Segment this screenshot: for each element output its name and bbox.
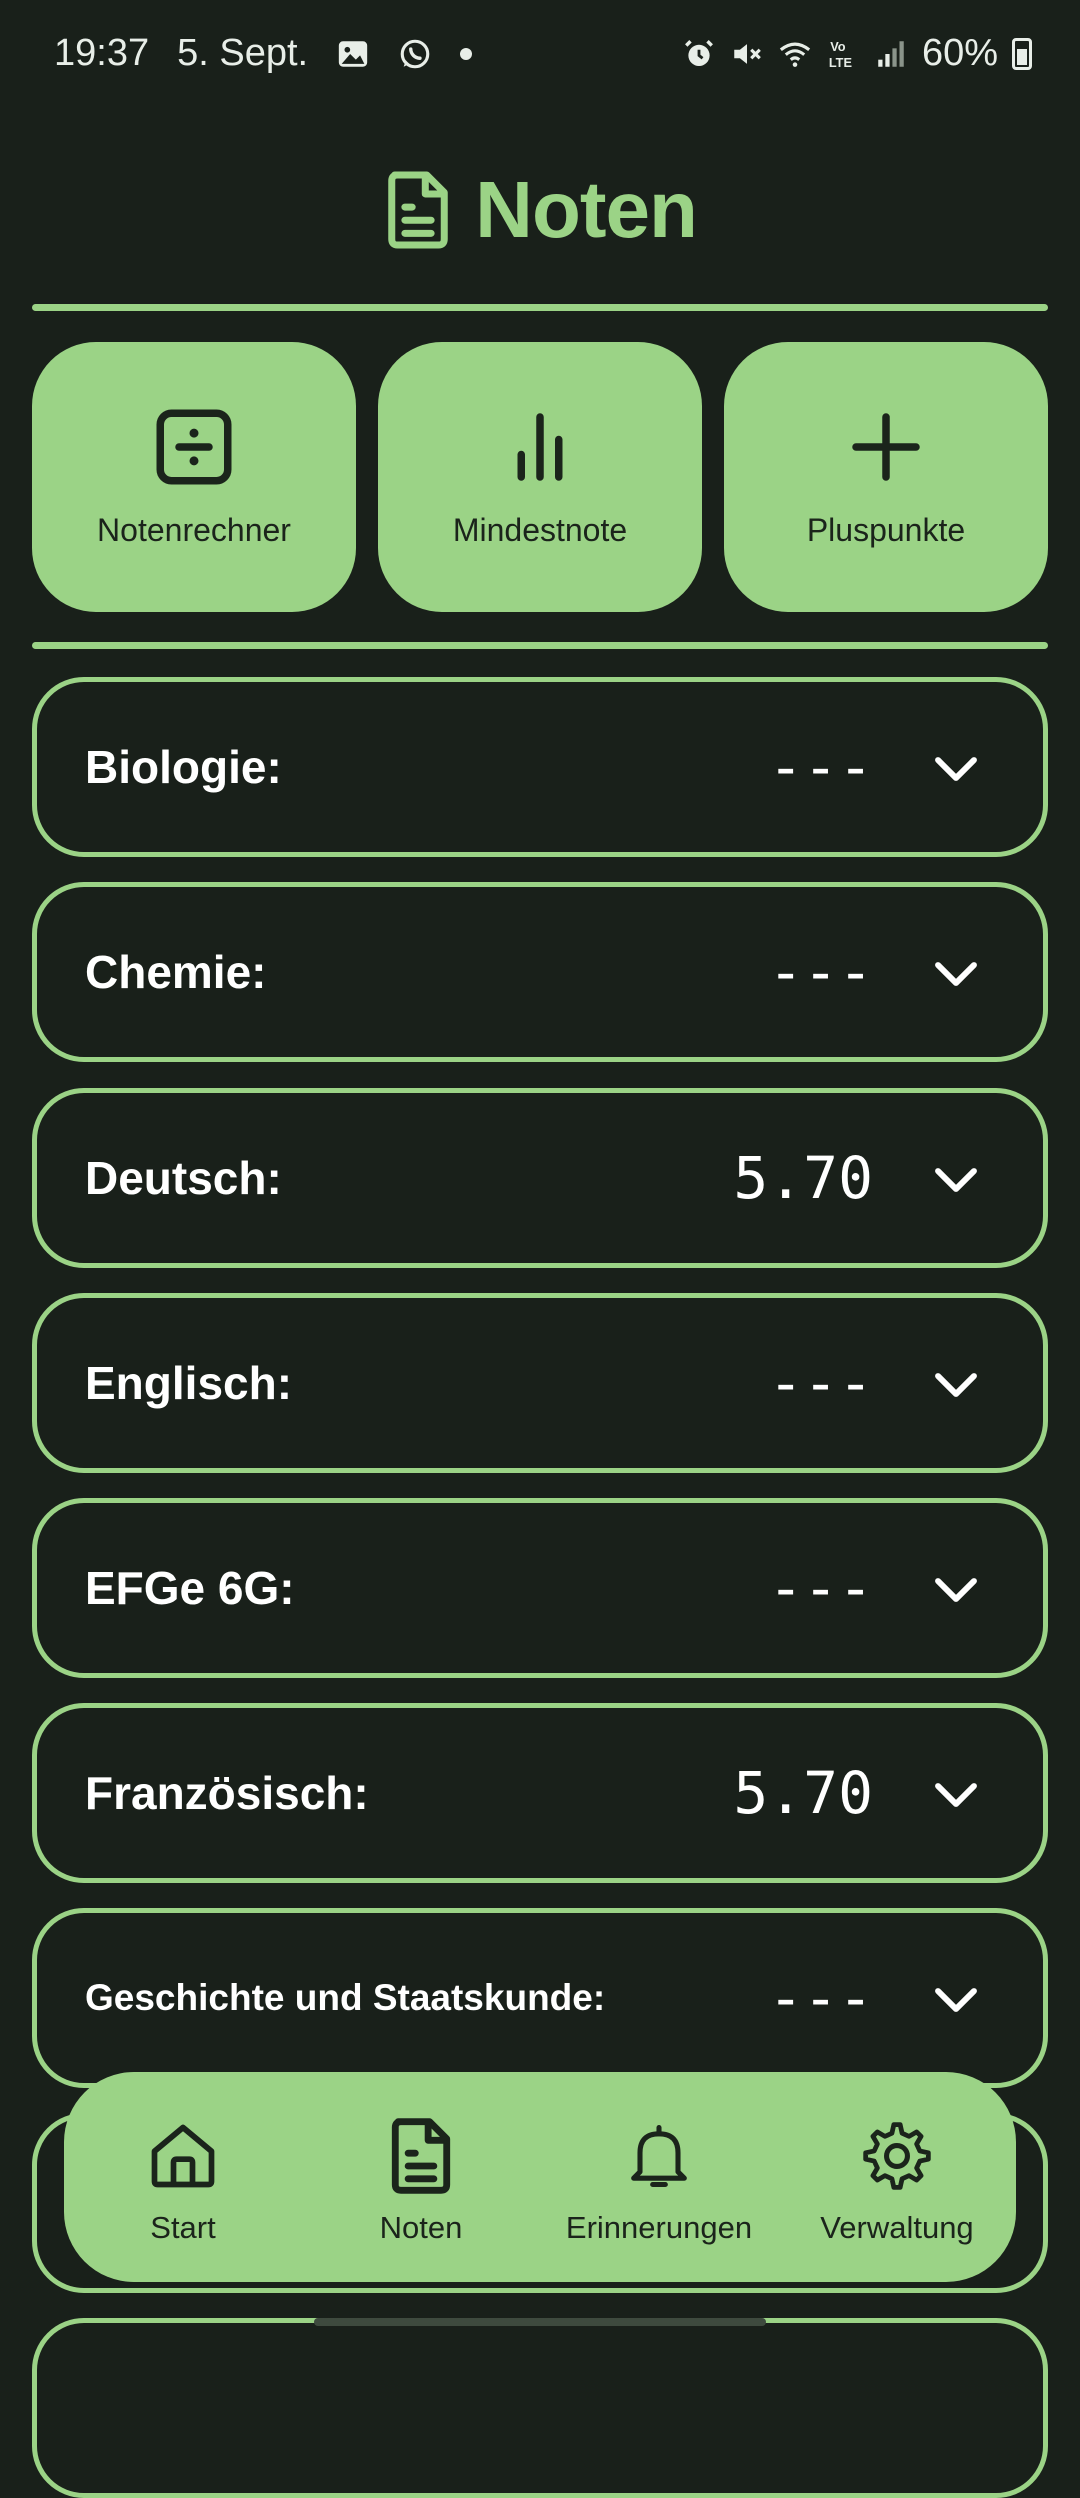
subject-name: Deutsch: — [85, 1152, 282, 1204]
divider-middle — [32, 642, 1048, 649]
mindestnote-label: Mindestnote — [452, 512, 628, 548]
subject-grade: --- — [768, 1964, 873, 2032]
subject-grade: --- — [768, 1349, 873, 1417]
nav-label: Start — [150, 2210, 216, 2245]
wifi-icon — [778, 37, 812, 71]
notenrechner-button[interactable]: Notenrechner — [32, 342, 356, 612]
nav-noten[interactable]: Noten — [302, 2072, 540, 2282]
chevron-down-icon[interactable] — [929, 1563, 983, 1617]
page-title: Noten — [475, 165, 698, 254]
plus-icon — [852, 413, 920, 481]
document-icon — [388, 171, 448, 249]
svg-text:Vo: Vo — [830, 39, 846, 54]
divider-top — [32, 304, 1048, 311]
subject-grade: --- — [768, 1554, 873, 1622]
subject-name: Biologie: — [85, 741, 282, 793]
nav-verwaltung[interactable]: Verwaltung — [778, 2072, 1016, 2282]
battery-icon — [1012, 37, 1032, 70]
home-indicator[interactable] — [314, 2318, 766, 2326]
subject-row-geschichte[interactable]: Geschichte und Staatskunde: --- — [32, 1908, 1048, 2088]
calculator-divide-icon — [156, 409, 232, 485]
notification-dot — [460, 47, 473, 60]
document-icon — [391, 2118, 451, 2194]
pluspunkte-button[interactable]: Pluspunkte — [724, 342, 1048, 612]
pluspunkte-label: Pluspunkte — [806, 512, 966, 548]
status-date: 5. Sept. — [177, 32, 309, 74]
subject-row-franzoesisch[interactable]: Französisch: 5.70 — [32, 1703, 1048, 1883]
subject-row-englisch[interactable]: Englisch: --- — [32, 1293, 1048, 1473]
mindestnote-button[interactable]: Mindestnote — [378, 342, 702, 612]
nav-label: Erinnerungen — [565, 2210, 753, 2245]
chevron-down-icon[interactable] — [929, 1153, 983, 1207]
bar-chart-icon — [517, 413, 563, 481]
signal-icon — [874, 37, 908, 71]
subject-row-efge[interactable]: EFGe 6G: --- — [32, 1498, 1048, 1678]
status-time: 19:37 — [54, 32, 150, 74]
subject-row-biologie[interactable]: Biologie: --- — [32, 677, 1048, 857]
alarm-icon — [682, 37, 716, 71]
nav-label: Verwaltung — [820, 2210, 974, 2245]
subject-name: EFGe 6G: — [85, 1562, 295, 1614]
subject-name: Chemie: — [85, 946, 267, 998]
nav-erinnerungen[interactable]: Erinnerungen — [540, 2072, 778, 2282]
subject-name: Englisch: — [85, 1357, 293, 1409]
svg-text:LTE: LTE — [829, 54, 852, 69]
notenrechner-label: Notenrechner — [97, 512, 291, 548]
chevron-down-icon[interactable] — [929, 742, 983, 796]
home-icon — [151, 2124, 215, 2188]
subject-row-hidden[interactable] — [32, 2318, 1048, 2498]
subject-row-chemie[interactable]: Chemie: --- — [32, 882, 1048, 1062]
volte-icon: Vo LTE — [826, 37, 860, 71]
subject-name: Geschichte und Staatskunde: — [85, 1977, 606, 2018]
mute-icon — [730, 37, 764, 71]
chevron-down-icon[interactable] — [929, 947, 983, 1001]
status-bar: 19:37 5. Sept. Vo LTE 60% — [0, 0, 1080, 110]
subject-name: Französisch: — [85, 1767, 369, 1819]
chevron-down-icon[interactable] — [929, 1973, 983, 2027]
chevron-down-icon[interactable] — [929, 1358, 983, 1412]
bottom-navigation: Start Noten Erinnerungen Verwaltung — [64, 2072, 1016, 2282]
subject-grade: 5.70 — [733, 1759, 873, 1827]
subject-grade: --- — [768, 733, 873, 801]
subject-grade: --- — [768, 938, 873, 1006]
nav-start[interactable]: Start — [64, 2072, 302, 2282]
battery-percent: 60% — [921, 32, 998, 74]
image-icon — [336, 37, 370, 71]
gear-icon — [863, 2122, 931, 2190]
bell-icon — [631, 2124, 687, 2188]
page-header: Noten — [0, 160, 1080, 260]
chevron-down-icon[interactable] — [929, 1768, 983, 1822]
nav-label: Noten — [379, 2210, 463, 2245]
whatsapp-icon — [398, 37, 432, 71]
subject-row-deutsch[interactable]: Deutsch: 5.70 — [32, 1088, 1048, 1268]
subject-grade: 5.70 — [733, 1144, 873, 1212]
